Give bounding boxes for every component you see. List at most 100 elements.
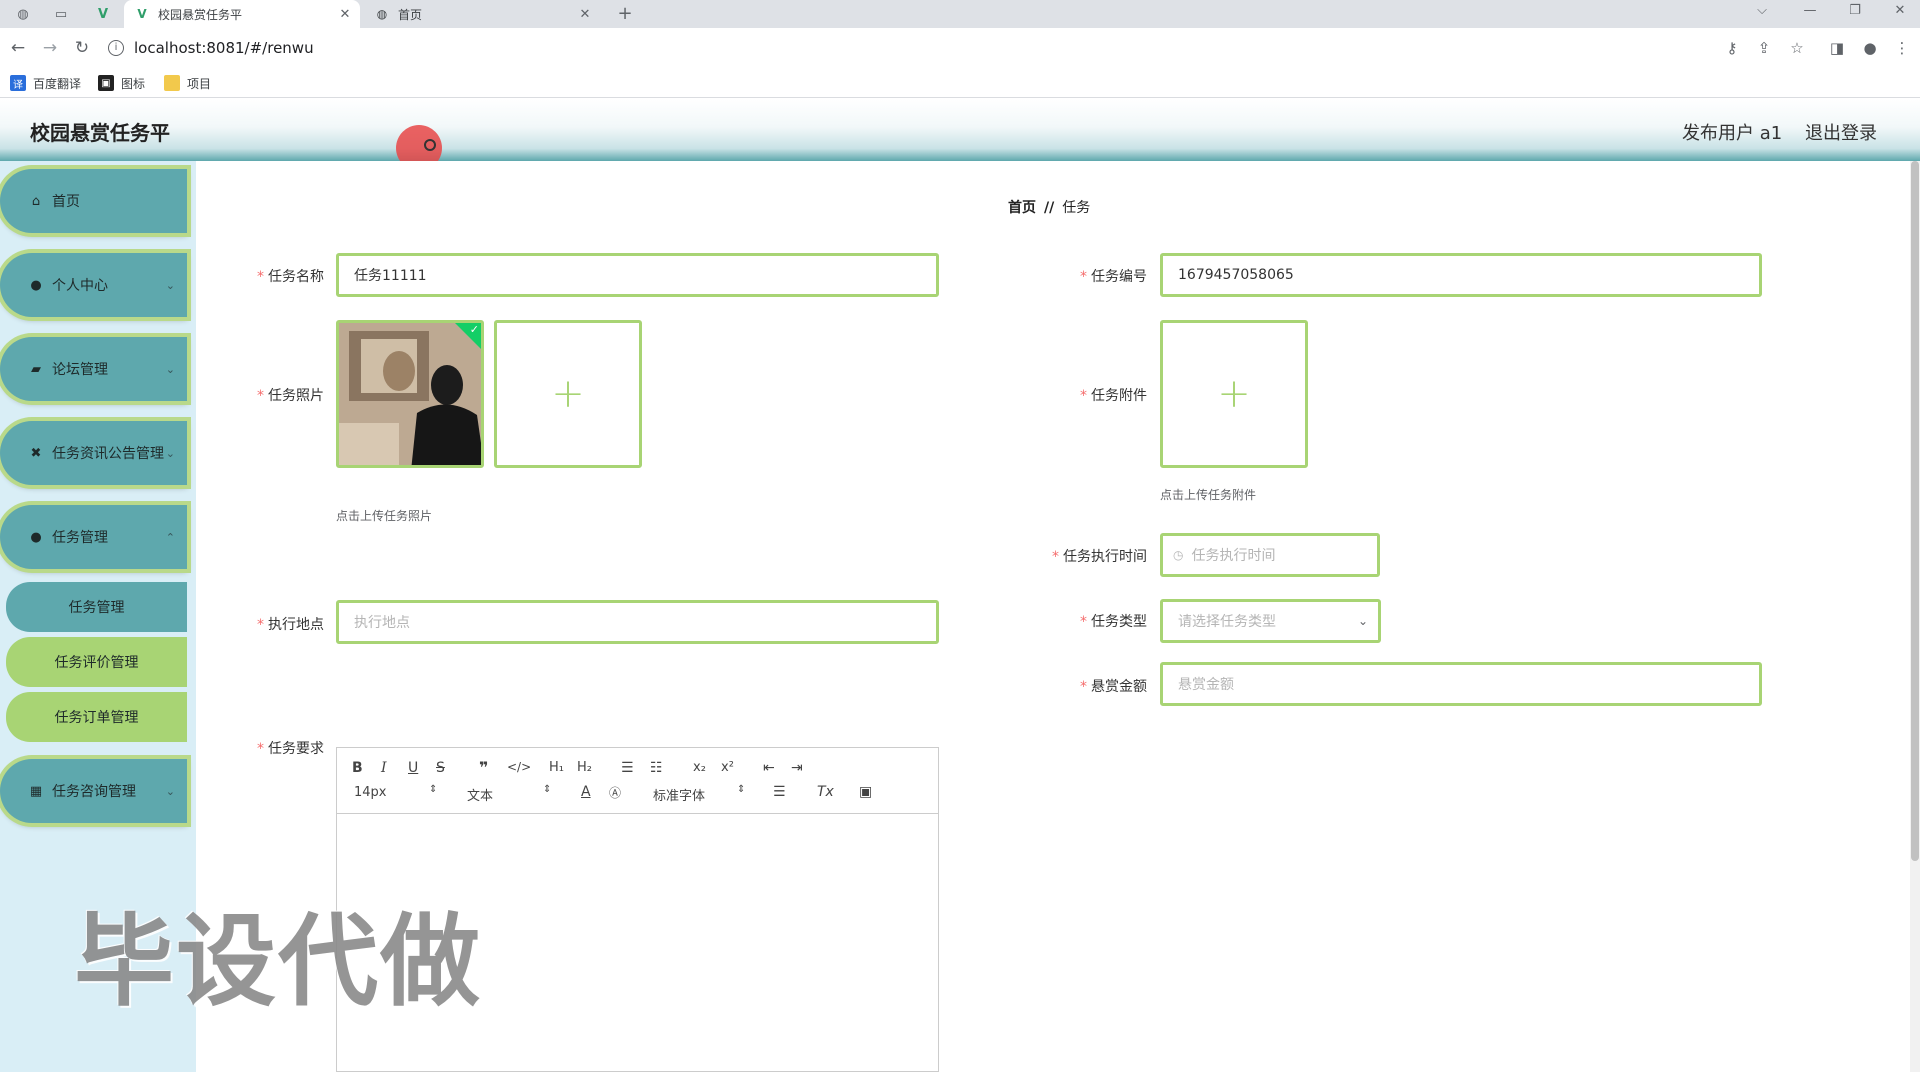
task-photo-upload-button[interactable]: + <box>494 320 642 468</box>
profile-icon[interactable]: ● <box>1858 36 1882 60</box>
task-type-select[interactable]: 请选择任务类型 ⌄ <box>1160 599 1381 643</box>
chevron-down-icon: ⌄ <box>1357 614 1368 628</box>
forward-icon[interactable]: → <box>38 36 62 60</box>
submenu-task-manage[interactable]: 任务管理 <box>6 582 187 632</box>
image-icon[interactable]: ▣ <box>859 784 872 800</box>
bookmark-icons[interactable]: ▣ 图标 <box>98 75 145 91</box>
sidepanel-icon[interactable]: ◨ <box>1825 36 1849 60</box>
breadcrumb-home[interactable]: 首页 <box>1008 200 1036 216</box>
background-color-icon[interactable]: Ⓐ <box>609 784 621 801</box>
bookmark-baidu-translate[interactable]: 译 百度翻译 <box>10 75 81 91</box>
editor-toolbar: B I U S ❞ </> H₁ H₂ ☰ ☷ x₂ x² ⇤ ⇥ 14px ⇕… <box>337 748 938 814</box>
outdent-icon[interactable]: ⇤ <box>763 760 775 776</box>
user-icon: ● <box>30 277 42 293</box>
sidebar-item-label: 任务资讯公告管理 <box>52 446 164 462</box>
align-icon[interactable]: ☰ <box>773 784 786 800</box>
blank-tab-icon[interactable]: ▭ <box>50 4 72 24</box>
vue-icon[interactable]: V <box>92 4 114 24</box>
scrollbar-thumb[interactable] <box>1911 161 1919 861</box>
tab-home[interactable]: ◍ 首页 ✕ <box>364 0 600 28</box>
page-scrollbar[interactable] <box>1910 161 1920 1072</box>
new-tab-button[interactable]: + <box>614 3 636 25</box>
breadcrumb-separator: // <box>1044 200 1055 216</box>
code-icon[interactable]: </> <box>507 760 531 774</box>
bold-icon[interactable]: B <box>352 760 363 776</box>
sidebar-item-label: 任务管理 <box>52 530 108 546</box>
bullet-list-icon[interactable]: ☷ <box>650 760 663 776</box>
user-label: 发布用户 a1 <box>1682 123 1783 144</box>
home-icon: ⌂ <box>31 193 41 209</box>
task-code-input[interactable]: 1679457058065 <box>1160 253 1762 297</box>
user-icon: ● <box>30 529 42 545</box>
folder-icon <box>164 75 180 91</box>
task-type-label: * 任务类型 <box>1080 614 1147 630</box>
task-name-input[interactable]: 任务11111 <box>336 253 939 297</box>
clear-format-icon[interactable]: Tx <box>817 784 834 800</box>
block-format-select[interactable]: 文本 <box>467 785 493 804</box>
sidebar-item-personal[interactable]: ● 个人中心 ⌄ <box>0 253 187 317</box>
tab-title: 首页 <box>398 7 423 22</box>
watermark-text: 毕设代做 <box>74 903 482 1020</box>
strikethrough-icon[interactable]: S <box>436 760 445 776</box>
key-icon[interactable]: ⚷ <box>1720 36 1744 60</box>
task-place-input[interactable]: 执行地点 <box>336 600 939 644</box>
globe-icon: ◍ <box>376 7 388 21</box>
chevron-up-icon: ⌃ <box>165 530 175 544</box>
italic-icon[interactable]: I <box>381 760 387 776</box>
task-time-input[interactable]: ◷ 任务执行时间 <box>1160 533 1380 577</box>
close-window-button[interactable]: ✕ <box>1880 0 1920 24</box>
url-field[interactable]: i localhost:8081/#/renwu <box>108 34 1708 62</box>
translate-icon: 译 <box>10 75 26 91</box>
sidebar-item-label: 个人中心 <box>52 278 108 294</box>
sidebar-item-tasks[interactable]: ● 任务管理 ⌃ <box>0 505 187 569</box>
underline-icon[interactable]: U <box>408 760 418 776</box>
chevron-down-icon[interactable]: ⌵ <box>1742 0 1782 24</box>
task-attachment-label: * 任务附件 <box>1080 388 1147 404</box>
blockquote-icon[interactable]: ❞ <box>479 758 488 777</box>
font-family-select[interactable]: 标准字体 <box>653 785 705 804</box>
sidebar-item-consult[interactable]: ▦ 任务咨询管理 ⌄ <box>0 759 187 823</box>
share-icon[interactable]: ⇪ <box>1752 36 1776 60</box>
task-attachment-upload-button[interactable]: + <box>1160 320 1308 468</box>
sidebar-item-home[interactable]: ⌂ 首页 <box>0 169 187 233</box>
submenu-task-review[interactable]: 任务评价管理 <box>6 637 187 687</box>
reward-amount-input[interactable]: 悬赏金额 <box>1160 662 1762 706</box>
menu-icon[interactable]: ⋮ <box>1890 36 1914 60</box>
breadcrumb: 首页 // 任务 <box>1008 197 1090 217</box>
close-icon[interactable]: ✕ <box>336 7 354 22</box>
indent-icon[interactable]: ⇥ <box>791 760 803 776</box>
heading2-icon[interactable]: H₂ <box>577 760 592 775</box>
task-photo-hint: 点击上传任务照片 <box>336 509 433 523</box>
superscript-icon[interactable]: x² <box>721 760 734 775</box>
tab-active[interactable]: V 校园悬赏任务平 ✕ <box>124 0 360 28</box>
minimize-button[interactable]: — <box>1790 0 1830 24</box>
chevron-down-icon: ⌄ <box>165 362 175 376</box>
task-photo-thumbnail[interactable]: ✓ <box>336 320 484 468</box>
forum-icon: ▰ <box>31 361 41 377</box>
star-icon[interactable]: ☆ <box>1785 36 1809 60</box>
font-size-select[interactable]: 14px <box>354 785 387 800</box>
browser-tab-bar: ◍ ▭ V V 校园悬赏任务平 ✕ ◍ 首页 ✕ + ⌵ — ❐ ✕ <box>0 0 1920 28</box>
subscript-icon[interactable]: x₂ <box>693 760 706 775</box>
close-icon[interactable]: ✕ <box>576 7 594 22</box>
back-icon[interactable]: ← <box>6 36 30 60</box>
sort-icon: ⇕ <box>429 784 438 795</box>
vue-favicon-icon: V <box>137 7 147 21</box>
submenu-task-order[interactable]: 任务订单管理 <box>6 692 187 742</box>
reload-icon[interactable]: ↻ <box>70 36 94 60</box>
info-icon[interactable]: i <box>108 40 124 56</box>
heading1-icon[interactable]: H₁ <box>549 760 564 775</box>
breadcrumb-current: 任务 <box>1062 200 1091 216</box>
sort-icon: ⇕ <box>543 784 552 795</box>
bookmark-folder-project[interactable]: 项目 <box>164 75 211 91</box>
task-name-label: * 任务名称 <box>257 269 324 285</box>
font-color-icon[interactable]: A <box>581 784 591 800</box>
globe-icon[interactable]: ◍ <box>12 4 34 24</box>
ordered-list-icon[interactable]: ☰ <box>621 760 634 776</box>
logout-button[interactable]: 退出登录 <box>1805 119 1877 145</box>
sidebar-item-news[interactable]: ✖ 任务资讯公告管理 ⌄ <box>0 421 187 485</box>
task-code-label: * 任务编号 <box>1080 269 1147 285</box>
restore-button[interactable]: ❐ <box>1835 0 1875 24</box>
sidebar-item-forum[interactable]: ▰ 论坛管理 ⌄ <box>0 337 187 401</box>
task-time-label: * 任务执行时间 <box>1052 549 1147 565</box>
